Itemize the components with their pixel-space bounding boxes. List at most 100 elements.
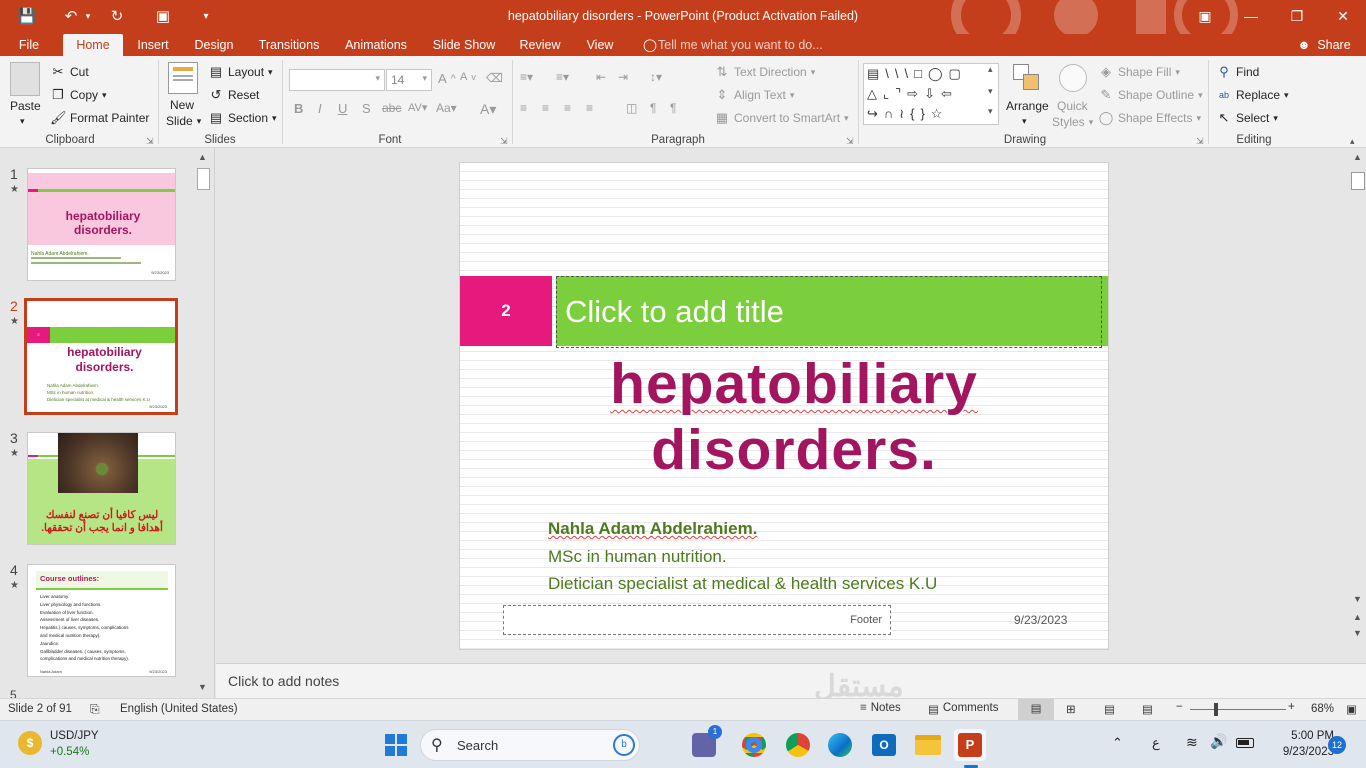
select-button[interactable]: ↖ Select ▾	[1216, 110, 1278, 126]
clock-time[interactable]: 5:00 PM	[1268, 730, 1334, 742]
reading-view-icon[interactable]: ▤	[1104, 702, 1115, 716]
shape-outline-button[interactable]: ✎ Shape Outline ▾	[1098, 87, 1203, 103]
clock-date[interactable]: 9/23/2023	[1262, 746, 1334, 758]
teams-icon[interactable]: 1	[692, 725, 722, 757]
decrease-indent-icon[interactable]: ⇤	[596, 70, 606, 84]
notes-toggle-button[interactable]: ≡ Notes	[860, 702, 901, 714]
paragraph-launcher-icon[interactable]: ⇲	[846, 136, 854, 147]
convert-smartart-button[interactable]: ▦ Convert to SmartArt ▾	[714, 110, 849, 126]
justify-icon[interactable]: ≡	[586, 101, 593, 115]
align-text-button[interactable]: ⇕ Align Text ▾	[714, 87, 795, 103]
input-language-indicator[interactable]: ع	[1152, 735, 1160, 751]
next-slide-icon[interactable]: ▼	[1353, 628, 1362, 638]
language-indicator[interactable]: English (United States)	[120, 703, 238, 715]
spelling-icon[interactable]: ⎘	[90, 702, 100, 717]
slide-thumbnail-3[interactable]: ليس كافيا أن تصنع لنفسك أهدافا و انما يج…	[27, 432, 176, 545]
zoom-in-icon[interactable]: +	[1288, 701, 1295, 713]
shapes-scroll-down-icon[interactable]: ▾	[988, 86, 993, 97]
bold-icon[interactable]: B	[294, 101, 303, 116]
tab-design[interactable]: Design	[188, 34, 240, 56]
minimize-button[interactable]: —	[1228, 0, 1274, 32]
layout-button[interactable]: ▤ Layout ▾	[208, 64, 273, 80]
volume-icon[interactable]: 🔊	[1210, 733, 1227, 750]
notification-badge[interactable]: 12	[1328, 736, 1346, 754]
file-explorer-icon[interactable]	[912, 729, 944, 761]
text-direction-button[interactable]: ⇅ Text Direction ▾	[714, 64, 816, 80]
slide-show-icon[interactable]: ▤	[1142, 702, 1153, 716]
collapse-ribbon-icon[interactable]: ▴	[1350, 136, 1355, 147]
scroll-up-icon[interactable]: ▲	[1353, 152, 1362, 162]
increase-indent-icon[interactable]: ⇥	[618, 70, 628, 84]
reset-button[interactable]: ↺ Reset	[208, 87, 260, 103]
tab-view[interactable]: View	[582, 34, 618, 56]
paste-dropdown-icon[interactable]: ▾	[20, 116, 25, 127]
chrome-profile-icon[interactable]	[782, 729, 814, 761]
italic-icon[interactable]: I	[318, 101, 322, 116]
tab-transitions[interactable]: Transitions	[254, 34, 324, 56]
slide-thumbnail-1[interactable]: hepatobiliary disorders. Nahla Adam Abde…	[27, 168, 176, 281]
tab-review[interactable]: Review	[514, 34, 566, 56]
clear-formatting-icon[interactable]: ⌫	[486, 71, 503, 85]
paste-button[interactable]: Paste	[10, 99, 41, 113]
footer-placeholder[interactable]: Footer	[503, 605, 891, 635]
scroll-thumb[interactable]	[1351, 172, 1365, 190]
scroll-down-icon[interactable]: ▼	[198, 682, 207, 692]
wifi-icon[interactable]: ≋	[1186, 734, 1198, 751]
arrange-button[interactable]: Arrange	[1006, 99, 1049, 113]
strikethrough-icon[interactable]: abc	[382, 101, 401, 115]
share-button[interactable]: Share	[1314, 34, 1354, 56]
change-case-icon[interactable]: Aa▾	[436, 101, 457, 115]
new-slide-button[interactable]: Slide ▾	[166, 114, 201, 128]
char-spacing-icon[interactable]: AV▾	[408, 101, 427, 114]
degree-text[interactable]: MSc in human nutrition.	[548, 547, 727, 567]
role-text[interactable]: Dietician specialist at medical & health…	[548, 574, 937, 594]
replace-button[interactable]: ab Replace ▾	[1216, 87, 1289, 103]
scroll-up-icon[interactable]: ▲	[198, 152, 207, 162]
align-right-icon[interactable]: ≡	[564, 101, 571, 115]
fit-to-window-icon[interactable]: ▣	[1346, 702, 1357, 716]
tab-insert[interactable]: Insert	[130, 34, 176, 56]
tab-file[interactable]: File	[10, 34, 48, 56]
zoom-out-icon[interactable]: −	[1176, 701, 1183, 713]
thumbnail-scrollbar[interactable]: ▲ ▼	[196, 152, 211, 697]
shape-fill-button[interactable]: ◈ Shape Fill ▾	[1098, 64, 1180, 80]
slide-2-canvas[interactable]: 2 Click to add title hepatobiliary disor…	[459, 162, 1109, 650]
font-size-combo[interactable]: 14 ▾	[386, 69, 432, 91]
rtl-icon[interactable]: ¶	[650, 101, 656, 115]
cut-button[interactable]: ✂ Cut	[50, 64, 89, 80]
restore-button[interactable]: ❐	[1274, 0, 1320, 32]
bullets-icon[interactable]: ≡▾	[520, 70, 533, 84]
scroll-down-icon[interactable]: ▼	[1353, 594, 1362, 604]
section-button[interactable]: ▤ Section ▾	[208, 110, 277, 126]
currency-widget-icon[interactable]: $	[18, 731, 42, 755]
quick-styles-label-1[interactable]: Quick	[1057, 99, 1088, 113]
increase-font-icon[interactable]: A ^	[438, 71, 456, 86]
quick-styles-button[interactable]: Styles ▾	[1052, 115, 1093, 129]
ltr-icon[interactable]: ¶	[670, 101, 676, 115]
quick-styles-icon[interactable]	[1059, 64, 1087, 92]
slide-thumbnail-2[interactable]: 2 hepatobiliary disorders. Nahla Adam Ab…	[24, 298, 178, 415]
paste-icon[interactable]	[10, 62, 40, 96]
copy-button[interactable]: ❐ Copy ▾	[50, 87, 106, 103]
normal-view-icon[interactable]: ▤	[1018, 699, 1054, 720]
windows-start-icon[interactable]	[380, 729, 412, 761]
author-name[interactable]: Nahla Adam Abdelrahiem.	[548, 519, 757, 539]
find-button[interactable]: ⚲ Find	[1216, 64, 1259, 80]
title-placeholder[interactable]: Click to add title	[556, 276, 1102, 348]
main-title[interactable]: hepatobiliary disorders.	[554, 351, 1034, 483]
outlook-icon[interactable]: O	[868, 729, 900, 761]
new-slide-icon[interactable]	[168, 62, 198, 94]
font-name-combo[interactable]: ▾	[289, 69, 385, 91]
format-painter-button[interactable]: 🖌 Format Painter	[50, 110, 149, 126]
new-slide-label-1[interactable]: New	[170, 98, 194, 112]
shapes-gallery[interactable]: ▤\\\□◯▢ △⌞⌝⇨⇩⇦ ↪∩≀{}☆	[863, 63, 999, 125]
tab-home[interactable]: Home	[63, 34, 123, 56]
tray-overflow-icon[interactable]: ⌃	[1112, 735, 1123, 751]
arrange-icon[interactable]	[1013, 64, 1041, 92]
font-color-icon[interactable]: A▾	[480, 101, 496, 118]
edge-icon[interactable]	[824, 729, 856, 761]
powerpoint-taskbar-icon[interactable]: P	[954, 729, 986, 761]
align-center-icon[interactable]: ≡	[542, 101, 549, 115]
tab-animations[interactable]: Animations	[338, 34, 414, 56]
zoom-slider-track[interactable]	[1190, 709, 1286, 710]
